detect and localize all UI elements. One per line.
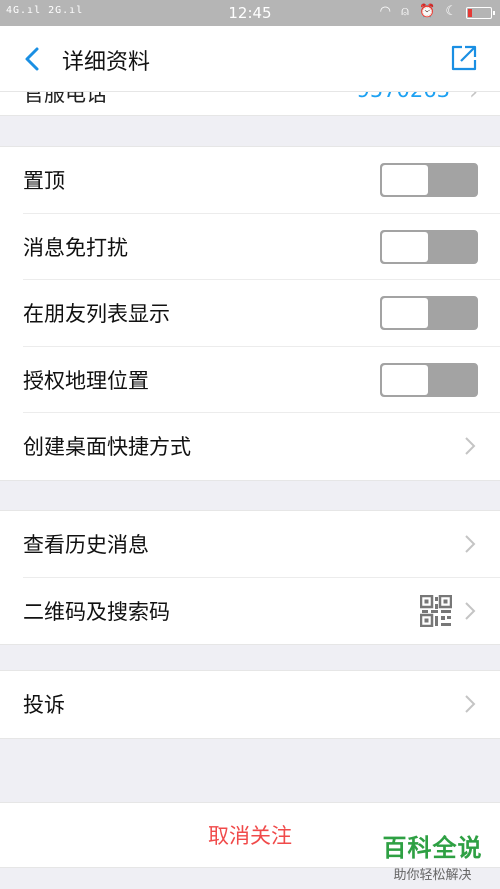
- settings-group: 置顶 消息免打扰 在朋友列表显示 授权地理位置 创建桌面快捷方式: [0, 146, 500, 481]
- chevron-right-icon: [465, 602, 476, 620]
- row-label: 消息免打扰: [23, 235, 128, 260]
- nav-bar: 详细资料: [0, 26, 500, 92]
- row-desktop-shortcut[interactable]: 创建桌面快捷方式: [0, 413, 500, 480]
- row-do-not-disturb[interactable]: 消息免打扰: [0, 214, 500, 280]
- row-label: 在朋友列表显示: [23, 302, 170, 327]
- battery-icon: [466, 7, 495, 19]
- row-report[interactable]: 投诉: [0, 671, 500, 738]
- qr-code-icon: [420, 594, 452, 627]
- history-group: 查看历史消息 二维码及搜索码: [0, 510, 500, 645]
- watermark-logo: 百科全说 助你轻松解决: [375, 828, 490, 884]
- status-icons: ◠ ⍝ ⏰ ☾: [379, 4, 460, 19]
- chevron-right-icon: [465, 535, 476, 553]
- row-view-history[interactable]: 查看历史消息: [0, 511, 500, 578]
- watermark-subtitle: 助你轻松解决: [393, 868, 472, 883]
- show-in-friends-toggle[interactable]: [380, 296, 478, 331]
- row-location-auth[interactable]: 授权地理位置: [0, 347, 500, 413]
- row-label: 查看历史消息: [23, 533, 149, 558]
- chevron-right-icon: [465, 695, 476, 713]
- row-label: 创建桌面快捷方式: [23, 435, 191, 460]
- phone-label: 官服电话: [23, 92, 107, 106]
- row-show-in-friends[interactable]: 在朋友列表显示: [0, 280, 500, 347]
- chevron-left-icon[interactable]: [18, 44, 48, 74]
- status-bar: 4G.ıl 2G.ıl 12:45 ◠ ⍝ ⏰ ☾: [0, 0, 500, 26]
- edit-external-icon[interactable]: [450, 44, 478, 72]
- watermark-title: 百科全说: [382, 834, 483, 862]
- row-label: 授权地理位置: [23, 368, 149, 393]
- phone-row[interactable]: 官服电话 9570263 ›: [0, 92, 500, 116]
- page-title: 详细资料: [62, 50, 151, 75]
- report-group: 投诉: [0, 670, 500, 739]
- do-not-disturb-toggle[interactable]: [380, 229, 478, 264]
- row-label: 置顶: [23, 169, 65, 194]
- chevron-right-icon: ›: [469, 92, 478, 105]
- chevron-right-icon: [465, 437, 476, 455]
- row-qr-code[interactable]: 二维码及搜索码: [0, 578, 500, 645]
- pin-top-toggle[interactable]: [380, 163, 478, 198]
- phone-value: 9570263: [356, 92, 450, 102]
- row-pin-top[interactable]: 置顶: [0, 147, 500, 214]
- location-auth-toggle[interactable]: [380, 362, 478, 397]
- row-label: 二维码及搜索码: [23, 599, 170, 624]
- row-label: 投诉: [23, 693, 65, 718]
